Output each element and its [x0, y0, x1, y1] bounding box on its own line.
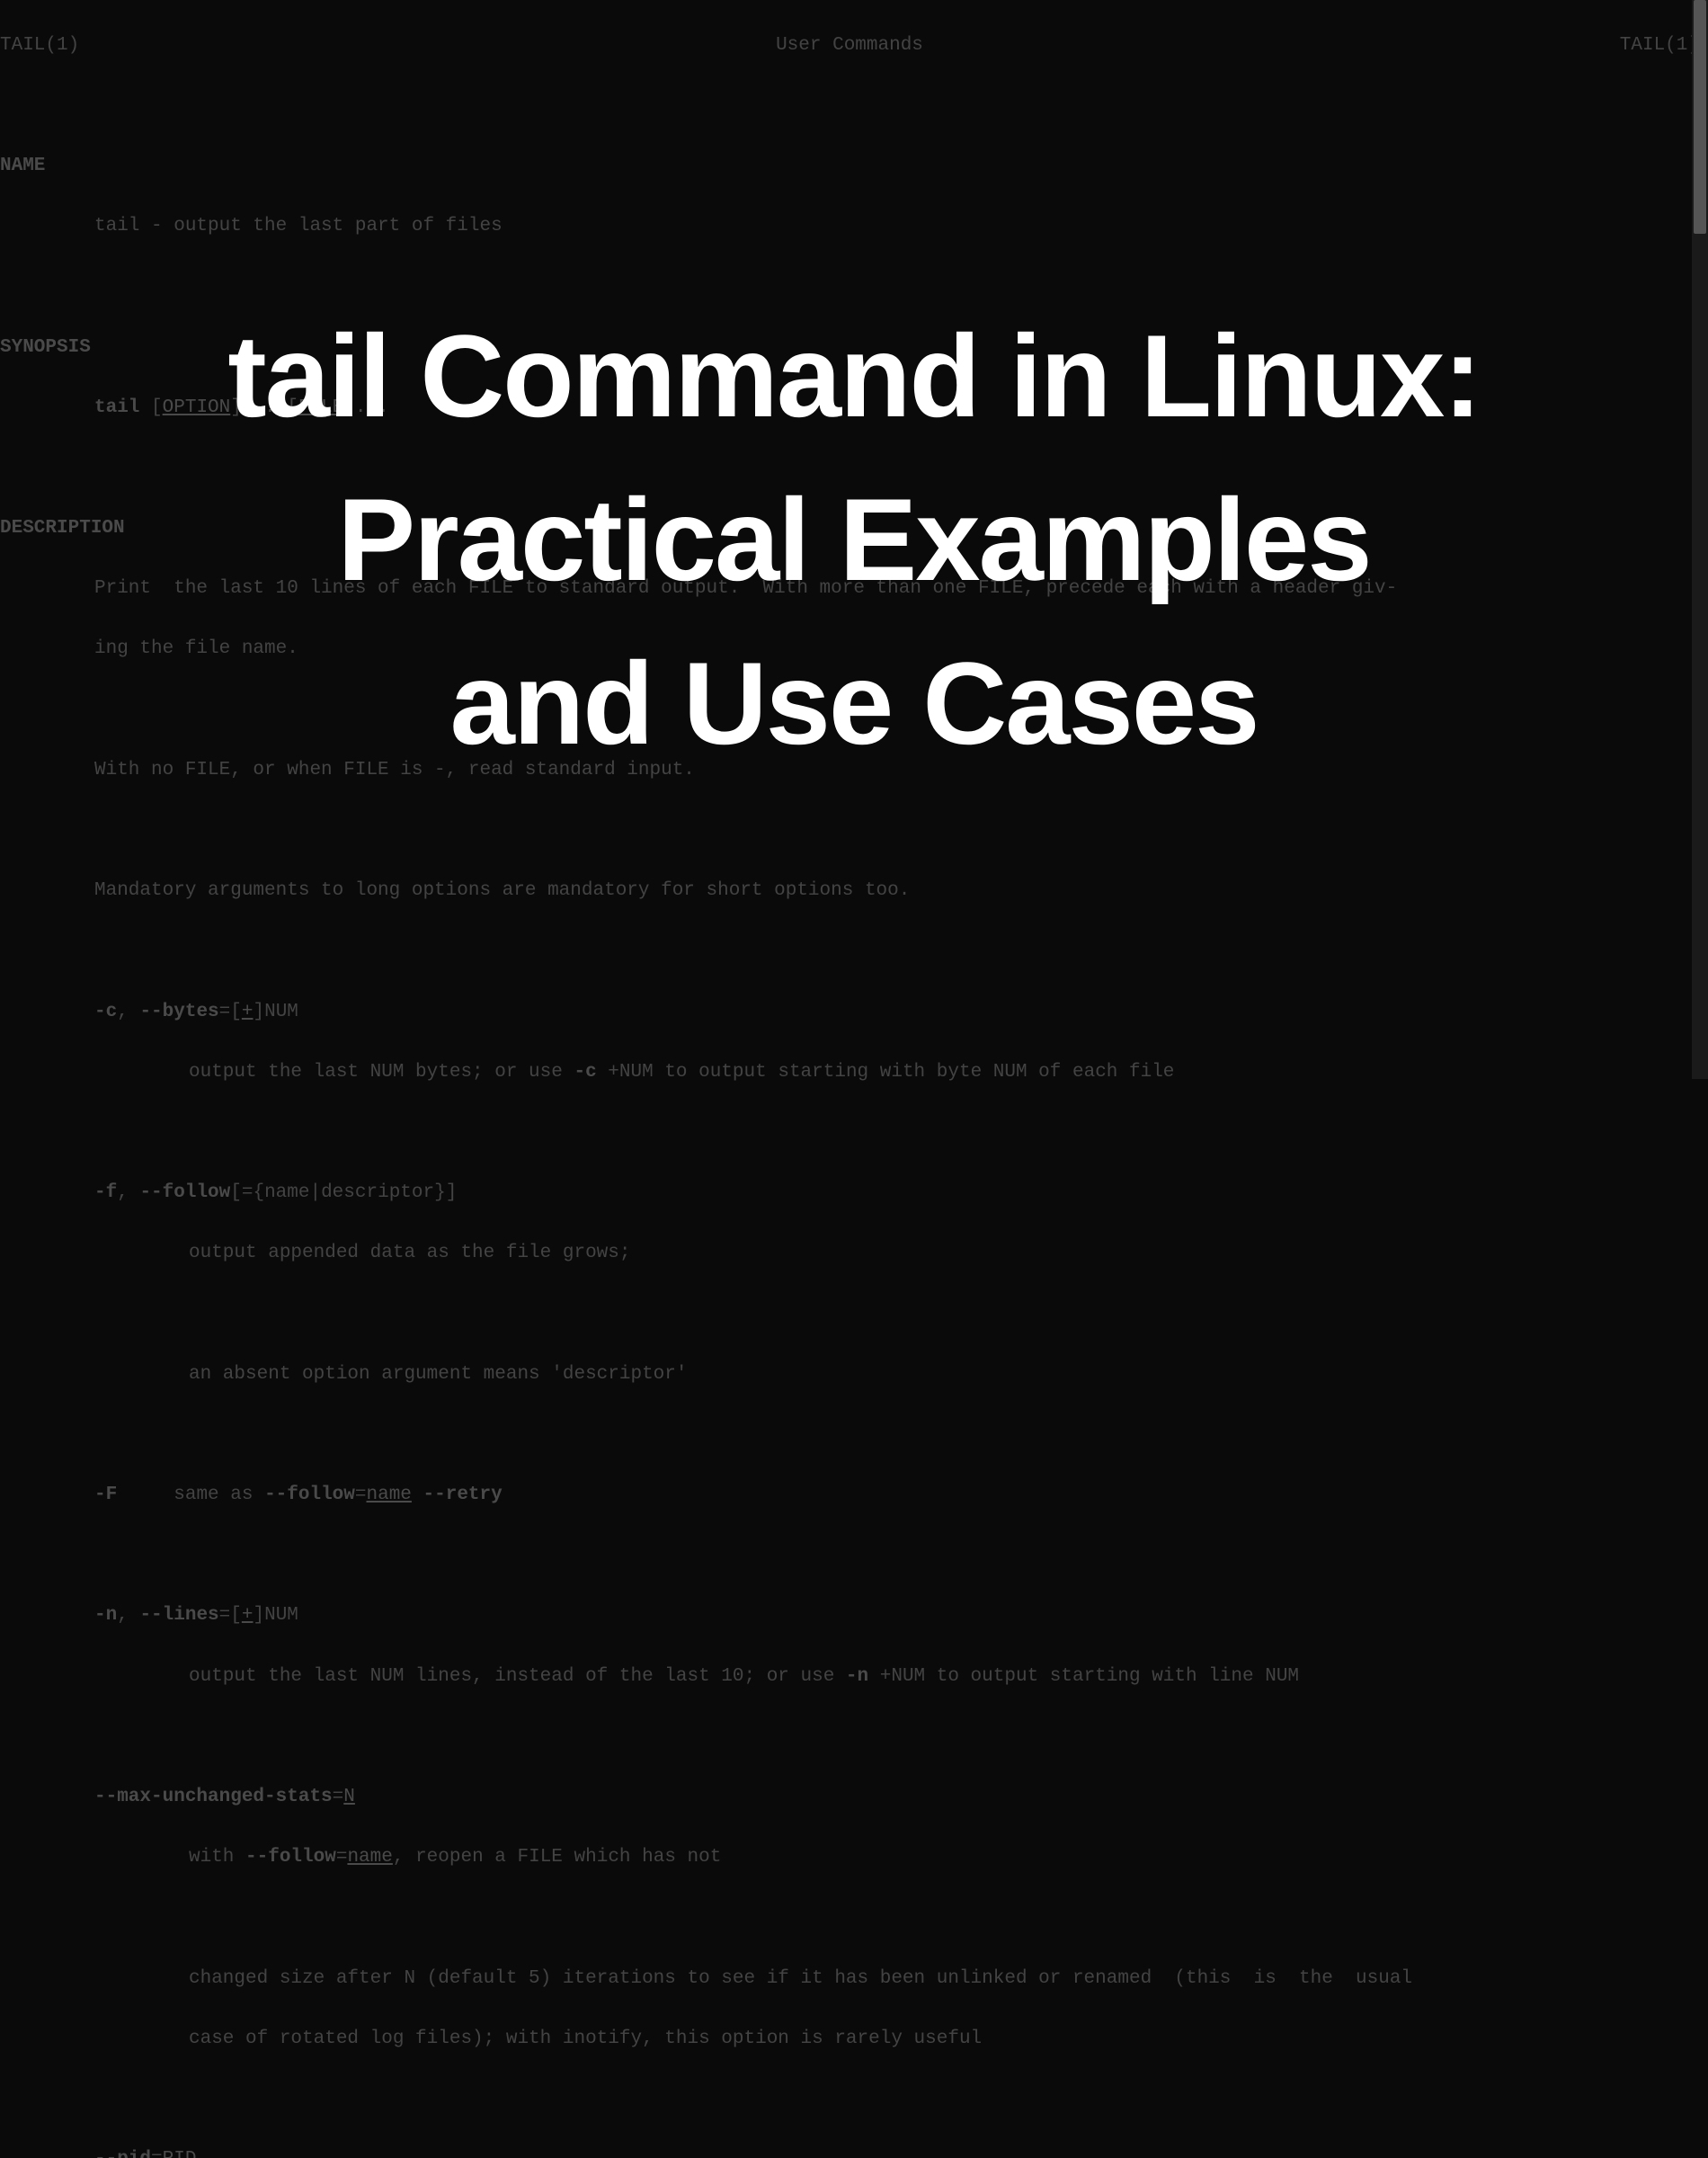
blank-line [0, 1420, 1708, 1450]
opt-c-close: ] [253, 1002, 264, 1022]
opt-n-desc-line: output the last NUM lines, instead of th… [0, 1662, 1708, 1692]
blank-line [0, 1299, 1708, 1330]
opt-F-eq: = [355, 1485, 367, 1505]
opt-max-name: name [347, 1847, 392, 1868]
blank-line [0, 1903, 1708, 1933]
name-text: tail - output the last part of files [0, 211, 1708, 242]
opt-n-flag: -n [846, 1666, 868, 1687]
opt-f-arg: [={name|descriptor}] [230, 1182, 457, 1203]
opt-n-desc: output the last NUM lines, instead of th… [189, 1666, 846, 1687]
opt-max-desc-line: with --follow=name, reopen a FILE which … [0, 1842, 1708, 1873]
scrollbar-thumb[interactable] [1694, 0, 1706, 234]
opt-f: -f [94, 1182, 117, 1203]
opt-n-close: ] [253, 1605, 264, 1626]
opt-c-flag: -c [574, 1062, 596, 1083]
opt-f-desc2: an absent option argument means 'descrip… [0, 1360, 1708, 1390]
opt-pid-line: --pid=PID [0, 2145, 1708, 2158]
manpage-header: TAIL(1) User Commands TAIL(1) [0, 31, 1708, 61]
opt-max: --max-unchanged-stats [94, 1787, 333, 1807]
title-line-3: and Use Cases [0, 621, 1708, 785]
blank-line [0, 816, 1708, 846]
opt-F-desc: same as [173, 1485, 264, 1505]
opt-max-n: N [343, 1787, 355, 1807]
opt-c-arg: + [242, 1002, 254, 1022]
opt-n: -n [94, 1605, 117, 1626]
opt-n-long: --lines [139, 1605, 218, 1626]
opt-F-line: -F same as --follow=name --retry [0, 1480, 1708, 1511]
opt-c-num: NUM [264, 1002, 298, 1022]
opt-c-desc2: +NUM to output starting with byte NUM of… [597, 1062, 1175, 1083]
opt-c: -c [94, 1002, 117, 1022]
header-left: TAIL(1) [0, 31, 79, 61]
opt-max-desc2: , reopen a FILE which has not [393, 1847, 721, 1868]
opt-max-desc1: with [189, 1847, 245, 1868]
opt-f-long: --follow [139, 1182, 230, 1203]
opt-f-desc: output appended data as the file grows; [0, 1238, 1708, 1269]
title-line-1: tail Command in Linux: [0, 294, 1708, 458]
desc-line: Mandatory arguments to long options are … [0, 876, 1708, 906]
opt-c-line: -c, --bytes=[+]NUM [0, 997, 1708, 1028]
opt-pid-eq: = [151, 2149, 163, 2158]
comma: , [117, 1002, 139, 1022]
opt-max-desc4: case of rotated log files); with inotify… [0, 2024, 1708, 2055]
header-center: User Commands [776, 31, 923, 61]
opt-F: -F [94, 1485, 117, 1505]
opt-pid: --pid [94, 2149, 151, 2158]
opt-max-eq: = [333, 1787, 344, 1807]
opt-max-follow: --follow [245, 1847, 336, 1868]
title-line-2: Practical Examples [0, 458, 1708, 621]
opt-n-num: NUM [264, 1605, 298, 1626]
opt-f-line: -f, --follow[={name|descriptor}] [0, 1178, 1708, 1208]
opt-F-follow: --follow [264, 1485, 355, 1505]
comma: , [117, 1182, 139, 1203]
opt-F-name: name [367, 1485, 412, 1505]
opt-n-line: -n, --lines=[+]NUM [0, 1601, 1708, 1631]
blank-line [0, 1540, 1708, 1571]
opt-c-desc: output the last NUM bytes; or use [189, 1062, 574, 1083]
blank-line [0, 936, 1708, 967]
name-section-title: NAME [0, 151, 1708, 182]
scrollbar-track[interactable] [1692, 0, 1708, 1079]
blank-line [0, 2084, 1708, 2115]
opt-c-eq: =[ [219, 1002, 242, 1022]
opt-max-line: --max-unchanged-stats=N [0, 1782, 1708, 1813]
opt-pid-arg: PID [163, 2149, 197, 2158]
opt-n-desc2: +NUM to output starting with line NUM [868, 1666, 1299, 1687]
comma: , [117, 1605, 139, 1626]
blank-line [0, 1722, 1708, 1752]
opt-c-long: --bytes [139, 1002, 218, 1022]
opt-n-eq: =[ [219, 1605, 242, 1626]
header-right: TAIL(1) [1620, 31, 1699, 61]
opt-n-arg: + [242, 1605, 254, 1626]
opt-max-desc3: changed size after N (default 5) iterati… [0, 1964, 1708, 1994]
opt-F-retry: --retry [412, 1485, 503, 1505]
blank-line [0, 1118, 1708, 1148]
opt-c-desc-line: output the last NUM bytes; or use -c +NU… [0, 1057, 1708, 1088]
article-title-overlay: tail Command in Linux: Practical Example… [0, 294, 1708, 785]
opt-max-eq2: = [336, 1847, 348, 1868]
blank-line [0, 91, 1708, 121]
